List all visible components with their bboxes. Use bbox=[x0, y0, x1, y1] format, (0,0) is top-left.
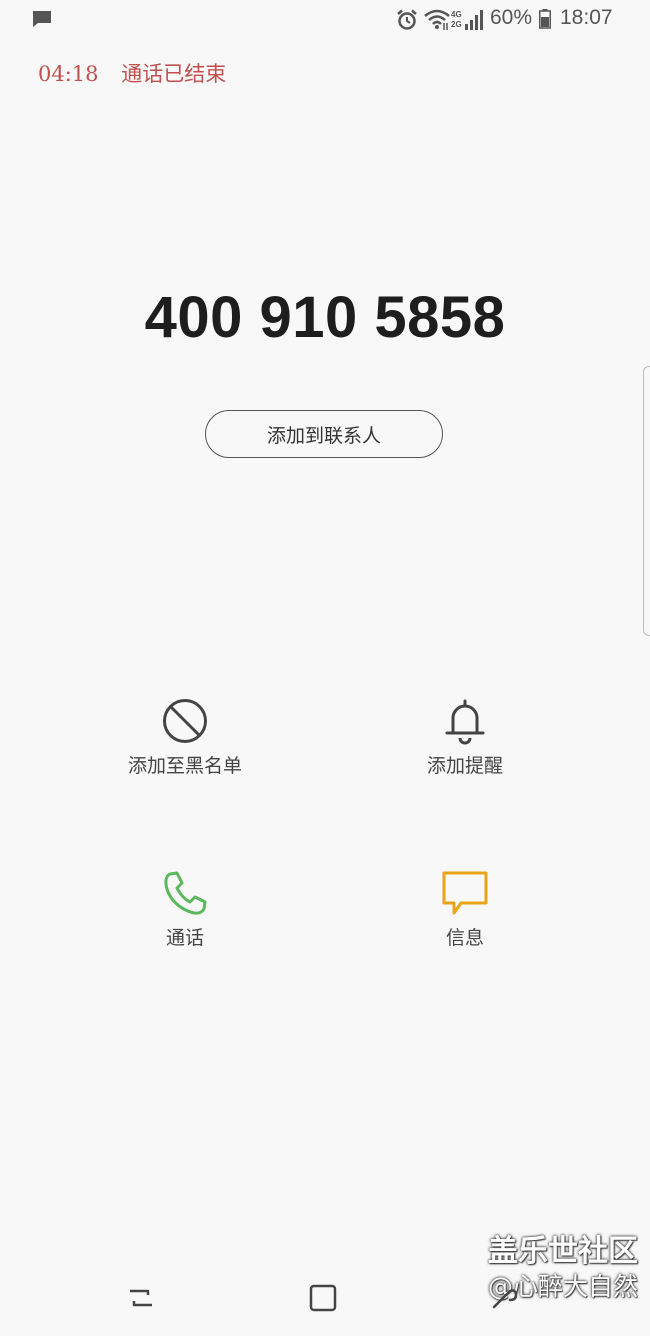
status-bar: 4G 2G 60% 18:07 bbox=[0, 0, 650, 40]
edge-panel-handle[interactable] bbox=[643, 366, 650, 636]
add-to-contacts-button[interactable]: 添加到联系人 bbox=[205, 410, 443, 458]
add-reminder-button[interactable]: 添加提醒 bbox=[365, 697, 565, 778]
add-to-blacklist-label: 添加至黑名单 bbox=[127, 755, 242, 777]
network-2g-label: 2G bbox=[451, 20, 462, 29]
cellular-signal-icon: 4G 2G bbox=[451, 8, 485, 32]
block-icon bbox=[161, 697, 209, 745]
wifi-icon bbox=[424, 9, 450, 35]
call-status: 04:18 通话已结束 bbox=[38, 58, 226, 88]
message-button[interactable]: 信息 bbox=[365, 869, 565, 950]
call-duration: 04:18 bbox=[38, 62, 99, 86]
clock-time: 18:07 bbox=[560, 6, 613, 29]
battery-percent: 60% bbox=[490, 6, 533, 29]
alarm-icon bbox=[396, 9, 418, 35]
call-ended-text: 通话已结束 bbox=[121, 62, 227, 86]
home-icon[interactable] bbox=[308, 1283, 338, 1317]
message-notification-icon bbox=[32, 10, 52, 32]
phone-icon bbox=[161, 869, 209, 917]
bell-icon bbox=[441, 697, 489, 745]
add-to-blacklist-button[interactable]: 添加至黑名单 bbox=[85, 697, 285, 778]
back-icon[interactable] bbox=[490, 1283, 520, 1317]
battery-icon bbox=[539, 9, 551, 33]
add-reminder-label: 添加提醒 bbox=[426, 755, 503, 777]
call-button[interactable]: 通话 bbox=[85, 869, 285, 950]
phone-number: 400 910 5858 bbox=[144, 285, 506, 350]
message-label: 信息 bbox=[445, 927, 484, 949]
add-to-contacts-label: 添加到联系人 bbox=[266, 424, 381, 447]
call-label: 通话 bbox=[165, 927, 204, 949]
recent-apps-icon[interactable] bbox=[126, 1283, 156, 1317]
network-4g-label: 4G bbox=[451, 10, 462, 19]
message-bubble-icon bbox=[441, 869, 489, 917]
watermark-site: 盖乐世社区 bbox=[488, 1234, 638, 1269]
